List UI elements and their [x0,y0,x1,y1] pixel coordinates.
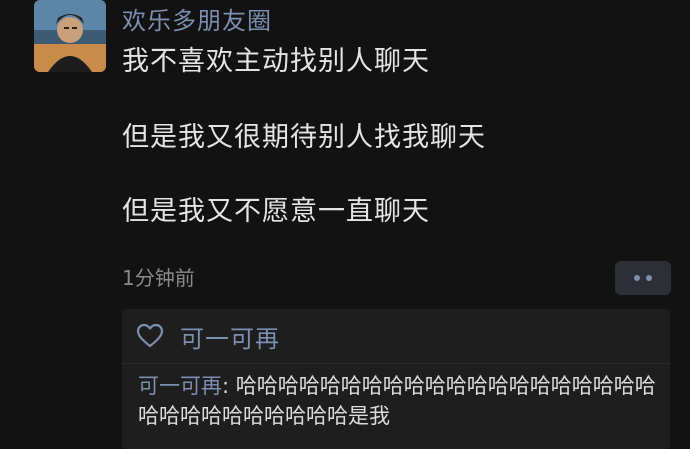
post-text-line-2: 但是我又很期待别人找我聊天 [122,122,486,153]
post-text-line-3: 但是我又不愿意一直聊天 [122,196,430,227]
more-options-button[interactable] [615,261,671,295]
avatar-image [34,0,106,72]
comment-item[interactable]: 可一可再: 哈哈哈哈哈哈哈哈哈哈哈哈哈哈哈哈哈哈哈哈哈哈哈哈哈哈哈哈哈哈是我 [138,371,658,431]
comment-separator: : [222,374,236,398]
likes-row: 可一可再 [122,309,670,364]
post-text-line-1: 我不喜欢主动找别人聊天 [122,46,430,77]
moments-post: 欢乐多朋友圈 我不喜欢主动找别人聊天 但是我又很期待别人找我聊天 但是我又不愿意… [0,0,690,449]
post-time: 1分钟前 [122,266,195,290]
liker-name[interactable]: 可一可再 [180,319,280,354]
comment-author[interactable]: 可一可再 [138,374,222,398]
heart-outline-icon [136,323,164,348]
more-dots-icon [646,275,652,281]
more-dots-icon [634,275,640,281]
username[interactable]: 欢乐多朋友圈 [122,5,272,37]
avatar[interactable] [34,0,106,72]
interaction-panel: 可一可再 可一可再: 哈哈哈哈哈哈哈哈哈哈哈哈哈哈哈哈哈哈哈哈哈哈哈哈哈哈哈哈哈… [122,309,670,449]
